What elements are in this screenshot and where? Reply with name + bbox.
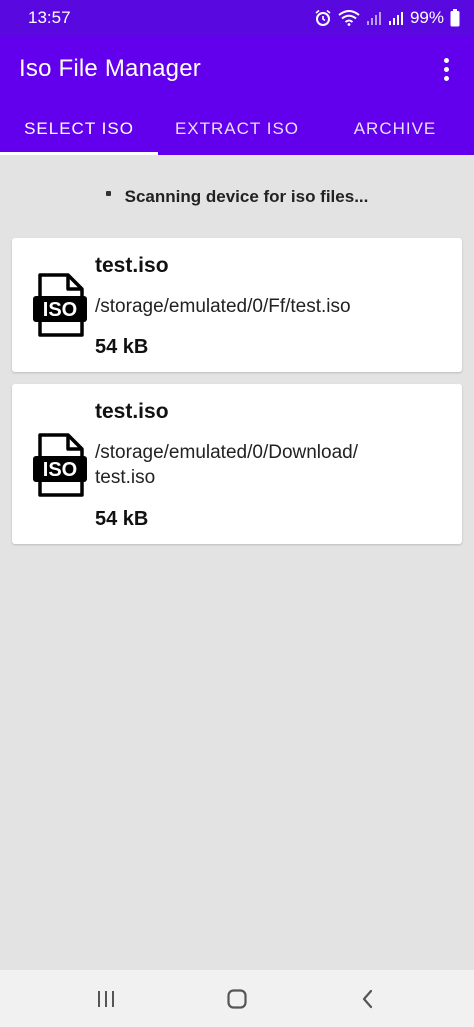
scan-status-row: Scanning device for iso files...	[0, 180, 474, 214]
recents-button[interactable]	[76, 979, 136, 1019]
recents-icon	[97, 990, 114, 1007]
tab-select-iso[interactable]: SELECT ISO	[0, 102, 158, 155]
signal-icon-2	[388, 12, 403, 25]
file-name: test.iso	[95, 254, 169, 277]
battery-percent: 99%	[409, 8, 444, 27]
tab-archive[interactable]: ARCHIVE	[316, 102, 474, 155]
iso-file-icon: ISO	[33, 273, 87, 337]
status-bar: 13:57 99%	[0, 0, 474, 36]
svg-text:ISO: ISO	[43, 299, 77, 321]
scan-status-text: Scanning device for iso files...	[124, 187, 369, 206]
home-icon	[227, 988, 247, 1009]
system-nav-bar	[0, 970, 474, 1027]
file-path: /storage/emulated/0/Download/ test.iso	[95, 442, 358, 488]
iso-file-icon: ISO	[33, 433, 87, 497]
status-icons: 99%	[314, 8, 460, 28]
screen: 13:57 99% Iso File Manager SELECT ISO EX…	[0, 0, 474, 1027]
file-size: 54 kB	[95, 336, 149, 358]
wifi-icon	[338, 10, 360, 26]
tab-label: EXTRACT ISO	[174, 118, 300, 138]
home-button[interactable]	[207, 979, 267, 1019]
file-card[interactable]: ISO test.iso /storage/emulated/0/Ff/test…	[12, 238, 462, 372]
overflow-menu-icon[interactable]	[436, 55, 456, 83]
file-size: 54 kB	[95, 508, 149, 530]
status-time: 13:57	[28, 8, 71, 27]
tab-bar: SELECT ISO EXTRACT ISO ARCHIVE	[0, 102, 474, 155]
file-path: /storage/emulated/0/Ff/test.iso	[95, 296, 351, 317]
app-title: Iso File Manager	[19, 55, 201, 82]
progress-spinner-icon	[105, 190, 111, 196]
alarm-icon	[315, 9, 331, 26]
battery-icon	[450, 9, 460, 27]
tab-indicator	[0, 152, 158, 155]
tab-extract-iso[interactable]: EXTRACT ISO	[158, 102, 316, 155]
tab-label: ARCHIVE	[353, 118, 437, 138]
back-button[interactable]	[338, 979, 398, 1019]
back-icon	[363, 989, 373, 1008]
signal-icon-1	[366, 12, 381, 25]
file-card[interactable]: ISO test.iso /storage/emulated/0/Downloa…	[12, 384, 462, 544]
app-bar: Iso File Manager	[0, 36, 474, 102]
file-name: test.iso	[95, 400, 169, 423]
svg-text:ISO: ISO	[43, 459, 77, 481]
tab-label: SELECT ISO	[24, 118, 134, 138]
